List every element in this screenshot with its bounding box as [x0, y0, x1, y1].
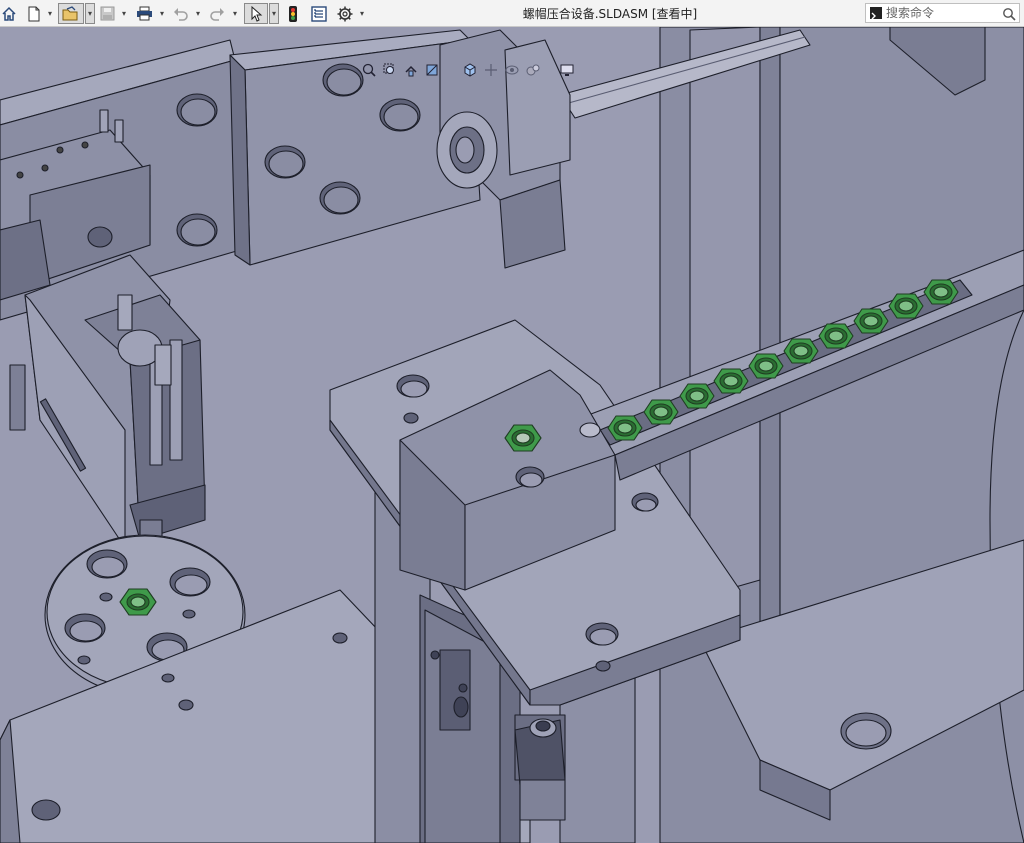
open-folder-icon[interactable]: [58, 3, 84, 24]
redo-icon[interactable]: [208, 3, 226, 24]
print-dropdown-icon[interactable]: ▾: [157, 3, 167, 24]
select-dropdown-icon[interactable]: ▾: [269, 3, 279, 24]
display-style-icon[interactable]: [482, 61, 500, 79]
file-properties-icon[interactable]: [310, 3, 328, 24]
options-dropdown-icon[interactable]: ▾: [357, 3, 367, 24]
undo-dropdown-icon[interactable]: ▾: [193, 3, 203, 24]
zoom-to-fit-icon[interactable]: [360, 61, 378, 79]
assembly-model-render: [0, 27, 1024, 843]
window-title: 螺帽压合设备.SLDASM [查看中]: [522, 7, 698, 21]
view-orientation-icon[interactable]: [461, 61, 479, 79]
search-command-input[interactable]: [886, 5, 996, 21]
redo-dropdown-icon[interactable]: ▾: [230, 3, 240, 24]
section-view-icon[interactable]: [423, 61, 441, 79]
new-dropdown-icon[interactable]: ▾: [45, 3, 55, 24]
view-settings-icon[interactable]: [558, 61, 576, 79]
rebuild-traffic-light-icon[interactable]: [284, 3, 302, 24]
options-gear-icon[interactable]: [336, 3, 354, 24]
edit-appearance-icon[interactable]: [524, 61, 542, 79]
save-icon[interactable]: [98, 3, 116, 24]
undo-icon[interactable]: [172, 3, 190, 24]
title-bar: ▾ ▾ ▾ ▾ ▾ ▾ ▾ ▾ 螺帽压合设备.SLDASM [查看中]: [0, 0, 1024, 27]
hide-show-items-icon[interactable]: [503, 61, 521, 79]
heads-up-view-toolbar: [360, 59, 576, 81]
search-icon[interactable]: [1002, 6, 1016, 21]
save-dropdown-icon[interactable]: ▾: [119, 3, 129, 24]
command-prompt-icon: [870, 7, 882, 20]
new-document-icon[interactable]: [25, 3, 43, 24]
search-command-box[interactable]: [865, 3, 1020, 23]
zoom-to-area-icon[interactable]: [381, 61, 399, 79]
open-dropdown-icon[interactable]: ▾: [85, 3, 95, 24]
graphics-viewport[interactable]: [0, 27, 1024, 843]
home-icon[interactable]: [0, 3, 18, 24]
previous-view-icon[interactable]: [402, 61, 420, 79]
print-icon[interactable]: [134, 3, 154, 24]
select-pointer-icon[interactable]: [244, 3, 268, 24]
